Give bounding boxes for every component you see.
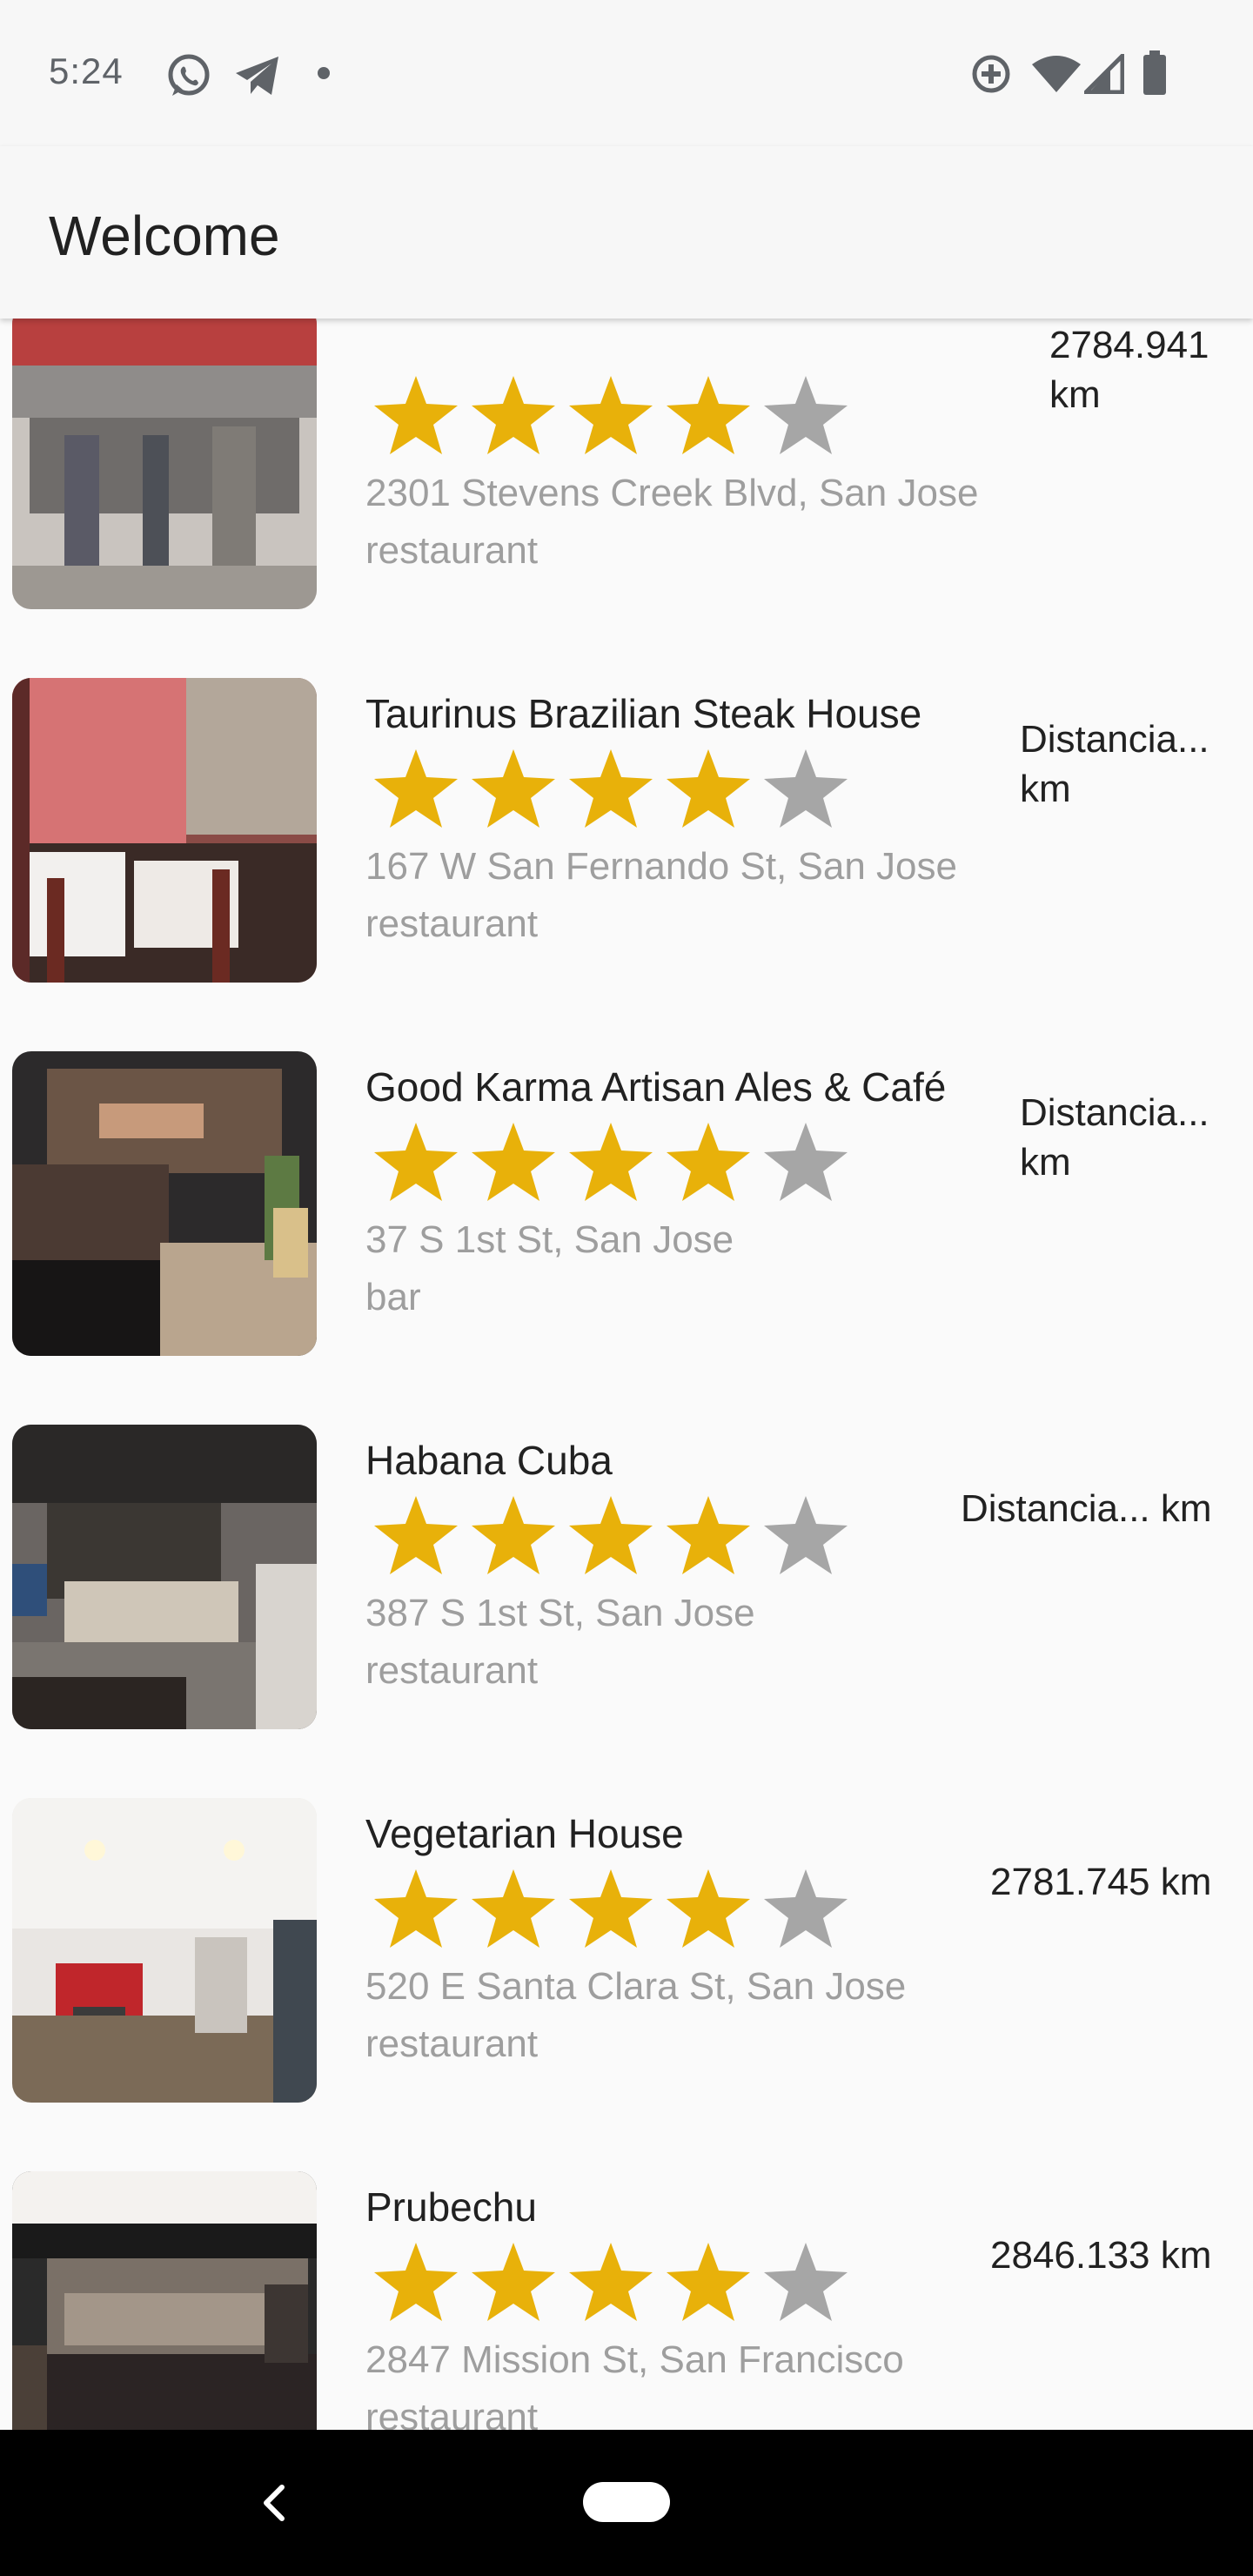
star-empty-icon (764, 1869, 848, 1948)
rating-stars (367, 371, 854, 458)
status-bar: 5:24 (0, 0, 1253, 146)
star-filled-icon (569, 376, 653, 454)
place-name: Prubechu (365, 2184, 537, 2230)
navigation-bar (0, 2430, 1253, 2576)
list-item[interactable]: 2301 Stevens Creek Blvd, San Jose restaur… (0, 319, 1253, 629)
place-thumbnail (12, 2171, 317, 2430)
distance-line: 2784.941 (1049, 324, 1209, 366)
place-distance: Distancia... km (1020, 714, 1209, 814)
place-name: Habana Cuba (365, 1438, 613, 1483)
place-address: 37 S 1st St, San Jose (365, 1218, 734, 1261)
distance-line: Distancia... (1020, 1091, 1209, 1134)
place-thumbnail (12, 678, 317, 983)
list-item[interactable]: Good Karma Artisan Ales & Café 37 S 1st S… (0, 1003, 1253, 1376)
star-filled-icon (667, 2243, 750, 2321)
telegram-icon (233, 54, 282, 102)
star-filled-icon (472, 1123, 555, 1201)
star-empty-icon (764, 749, 848, 828)
place-name: Good Karma Artisan Ales & Café (365, 1064, 947, 1110)
place-category: bar (365, 1276, 421, 1318)
star-filled-icon (569, 1123, 653, 1201)
star-filled-icon (472, 376, 555, 454)
page-title: Welcome (49, 205, 280, 267)
star-empty-icon (764, 1496, 848, 1574)
place-address: 2301 Stevens Creek Blvd, San Jose (365, 472, 979, 514)
place-distance: 2781.745 km (990, 1857, 1211, 1907)
rating-stars (367, 1117, 854, 1204)
back-icon[interactable] (251, 2475, 292, 2531)
wifi-icon (1030, 54, 1082, 98)
list-item[interactable]: Taurinus Brazilian Steak House 167 W San … (0, 629, 1253, 1003)
star-filled-icon (374, 2243, 458, 2321)
star-filled-icon (667, 376, 750, 454)
star-empty-icon (764, 376, 848, 454)
star-filled-icon (374, 1496, 458, 1574)
star-filled-icon (569, 1496, 653, 1574)
star-filled-icon (667, 1869, 750, 1948)
home-pill-icon[interactable] (583, 2482, 670, 2522)
star-filled-icon (569, 2243, 653, 2321)
place-category: restaurant (365, 529, 539, 572)
signal-icon (1080, 50, 1125, 98)
rating-stars (367, 744, 854, 831)
star-filled-icon (374, 1869, 458, 1948)
rating-stars (367, 2237, 854, 2324)
place-thumbnail (12, 1425, 317, 1729)
distance-line: Distancia... km (961, 1487, 1212, 1530)
place-category: restaurant (365, 2396, 539, 2430)
status-time: 5:24 (49, 50, 124, 91)
star-filled-icon (472, 749, 555, 828)
star-filled-icon (667, 749, 750, 828)
star-empty-icon (764, 2243, 848, 2321)
place-address: 167 W San Fernando St, San Jose (365, 845, 957, 888)
place-address: 2847 Mission St, San Francisco (365, 2338, 904, 2381)
star-empty-icon (764, 1123, 848, 1201)
place-distance: Distancia... km (1020, 1088, 1209, 1187)
place-thumbnail (12, 1051, 317, 1356)
star-filled-icon (472, 2243, 555, 2321)
place-category: restaurant (365, 902, 539, 945)
star-filled-icon (667, 1496, 750, 1574)
list-item[interactable]: Habana Cuba 387 S 1st St, San Jose restaur… (0, 1376, 1253, 1749)
notification-dot-icon (317, 66, 331, 84)
rating-stars (367, 1491, 854, 1578)
star-filled-icon (374, 749, 458, 828)
app-bar: Welcome (0, 146, 1253, 319)
star-filled-icon (667, 1123, 750, 1201)
place-thumbnail (12, 1798, 317, 2103)
place-distance: 2846.133 km (990, 2231, 1211, 2280)
place-address: 520 E Santa Clara St, San Jose (365, 1965, 907, 2008)
place-name: Vegetarian House (365, 1811, 684, 1856)
distance-line: 2846.133 km (990, 2234, 1212, 2277)
distance-unit: km (1020, 1141, 1071, 1184)
list-item[interactable]: Prubechu 2847 Mission St, San Francisco re… (0, 2123, 1253, 2430)
places-list[interactable]: 2301 Stevens Creek Blvd, San Jose restaur… (0, 319, 1253, 2430)
star-filled-icon (569, 749, 653, 828)
star-filled-icon (472, 1869, 555, 1948)
star-filled-icon (374, 376, 458, 454)
data-saver-icon (969, 52, 1013, 100)
place-category: restaurant (365, 1649, 539, 1692)
distance-line: Distancia... (1020, 718, 1209, 761)
place-distance: 2784.941 km (1049, 320, 1209, 419)
place-distance: Distancia... km (961, 1484, 1212, 1533)
place-address: 387 S 1st St, San Jose (365, 1592, 755, 1634)
distance-unit: km (1049, 373, 1101, 416)
place-category: restaurant (365, 2023, 539, 2065)
distance-unit: km (1020, 768, 1071, 810)
star-filled-icon (472, 1496, 555, 1574)
list-item[interactable]: Vegetarian House 520 E Santa Clara St, Sa… (0, 1749, 1253, 2123)
distance-line: 2781.745 km (990, 1861, 1212, 1903)
place-thumbnail (12, 319, 317, 609)
rating-stars (367, 1864, 854, 1951)
whatsapp-icon (165, 52, 212, 104)
star-filled-icon (374, 1123, 458, 1201)
place-name: Taurinus Brazilian Steak House (365, 691, 922, 736)
star-filled-icon (569, 1869, 653, 1948)
battery-icon (1142, 50, 1168, 100)
